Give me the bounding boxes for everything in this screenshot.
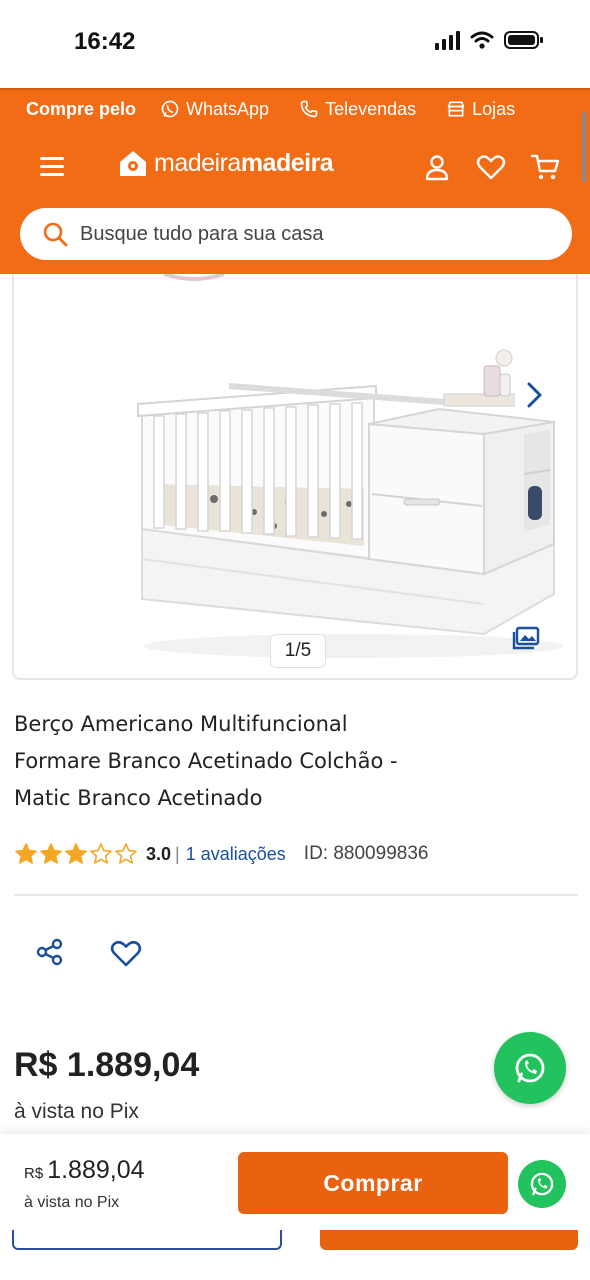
site-header: madeiramadeira [0,128,590,274]
promo-televendas-label: Televendas [325,98,417,119]
product-id: ID: 880099836 [303,843,429,864]
status-icons [435,30,544,50]
user-icon[interactable] [422,152,452,182]
product-image [137,274,564,658]
price-note: à vista no Pix [14,1100,139,1123]
chevron-right-icon[interactable] [522,380,546,410]
divider [14,894,578,896]
sticky-amount: 1.889,04 [47,1156,145,1184]
promo-lead: Compre pelo [26,98,137,119]
star-filled-icon [40,843,62,864]
phone-icon [300,100,318,118]
share-icon[interactable] [36,938,64,966]
rating-separator: | [175,843,180,864]
star-filled-icon [65,843,87,864]
search-icon [43,222,68,247]
logo-text-light: madeira [154,148,241,177]
battery-icon [504,31,543,49]
sticky-price-note: à vista no Pix [24,1194,120,1211]
whatsapp-icon [161,100,179,118]
product-title: Berço Americano Multifuncional Formare B… [14,712,398,810]
star-rating [14,842,138,866]
rating-value: 3.0 [146,843,172,864]
search-input[interactable] [80,222,520,246]
logo-text-bold: madeira [240,148,334,177]
promo-lojas-link[interactable]: Lojas [446,99,515,120]
star-filled-icon [15,843,37,864]
logo[interactable]: madeiramadeira [118,148,334,178]
gallery-icon[interactable] [512,626,540,650]
rating-row: 3.0 | 1 avaliações ID: 880099836 [14,842,428,866]
whatsapp-float-button[interactable] [494,1032,566,1104]
promo-televendas-link[interactable]: Televendas [299,99,416,120]
search-bar[interactable] [20,208,572,260]
sticky-whatsapp-button[interactable] [518,1160,566,1208]
wifi-icon [470,31,494,49]
product-image-gallery[interactable]: 1/5 [12,274,578,680]
reviews-link[interactable]: 1 avaliações [186,844,286,865]
star-empty-icon [90,843,112,864]
status-time: 16:42 [74,28,136,55]
cart-icon[interactable] [530,152,560,182]
secondary-button-peek[interactable] [12,1230,282,1250]
sticky-price: R$ 1.889,04 [24,1156,145,1185]
scrollbar[interactable] [582,112,586,182]
heart-icon[interactable] [476,152,506,182]
promo-whatsapp-link[interactable]: WhatsApp [160,99,269,120]
buy-button[interactable]: Comprar [238,1152,508,1214]
primary-button-peek[interactable] [320,1230,578,1250]
sticky-buy-bar: R$ 1.889,04 à vista no Pix Comprar [0,1134,590,1280]
store-icon [447,101,465,117]
promo-lojas-label: Lojas [472,98,516,119]
signal-icon [435,30,460,50]
whatsapp-icon [515,1053,545,1083]
whatsapp-icon [530,1172,554,1196]
image-counter: 1/5 [270,634,326,668]
product-price: R$ 1.889,04 [14,1046,200,1084]
promo-bar: Compre pelo WhatsApp Televendas Lojas [0,88,590,128]
status-bar: 16:42 [0,0,590,88]
menu-icon[interactable] [38,154,66,178]
promo-whatsapp-label: WhatsApp [186,98,270,119]
sticky-currency: R$ [24,1165,44,1182]
star-empty-icon [115,843,137,864]
heart-outline-icon[interactable] [110,938,142,968]
house-logo-icon [120,151,146,176]
